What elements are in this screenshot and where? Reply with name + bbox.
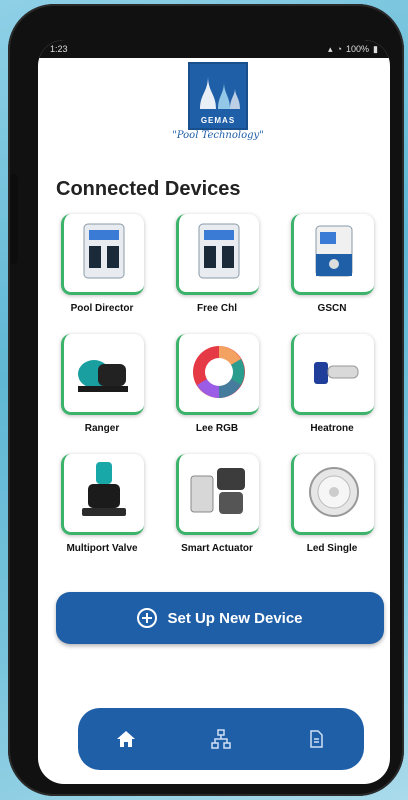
device-card-ranger[interactable]: Ranger xyxy=(52,334,152,444)
setup-button-label: Set Up New Device xyxy=(167,609,303,627)
device-card-smart-actuator[interactable]: Smart Actuator xyxy=(167,454,267,564)
device-label: Heatrone xyxy=(310,423,354,434)
actuator-icon xyxy=(190,468,245,514)
device-card-heatrone[interactable]: Heatrone xyxy=(282,334,382,444)
led-light-icon xyxy=(308,467,359,517)
device-card-multiport-valve[interactable]: Multiport Valve xyxy=(52,454,152,564)
device-tile[interactable] xyxy=(60,334,144,415)
nav-network[interactable] xyxy=(201,719,241,759)
brand-name: GEMAS xyxy=(200,116,236,125)
device-tile[interactable] xyxy=(60,214,144,295)
home-icon xyxy=(116,731,135,747)
signal-icon: ▴ xyxy=(328,43,333,54)
device-tile[interactable] xyxy=(290,334,374,415)
document-icon xyxy=(310,730,324,748)
side-button xyxy=(10,174,18,264)
phone-frame: 1:23 ▴ ◔ 100% ▮ GEMAS "Pool Technology" … xyxy=(8,4,404,796)
device-card-lee-rgb[interactable]: Lee RGB xyxy=(167,334,267,444)
nav-home[interactable] xyxy=(106,719,146,759)
setup-new-device-button[interactable]: Set Up New Device xyxy=(56,592,384,644)
device-label: Multiport Valve xyxy=(66,543,138,554)
page-title: Connected Devices xyxy=(56,178,241,200)
device-label: GSCN xyxy=(317,303,347,314)
device-label: Lee RGB xyxy=(195,423,239,434)
logo-mark: GEMAS xyxy=(188,62,248,130)
heater-icon xyxy=(313,362,358,384)
device-tile[interactable] xyxy=(60,454,144,535)
valve-icon xyxy=(81,462,126,516)
device-card-gscn[interactable]: GSCN xyxy=(282,214,382,324)
status-time: 1:23 xyxy=(50,44,68,54)
device-tile[interactable] xyxy=(290,214,374,295)
bottom-nav xyxy=(78,708,364,770)
control-panel-icon xyxy=(198,223,239,279)
device-label: Pool Director xyxy=(70,303,134,314)
device-card-free-chl[interactable]: Free Chl xyxy=(167,214,267,324)
device-label: Ranger xyxy=(84,423,120,434)
device-label: Free Chl xyxy=(196,303,237,314)
plus-circle-icon xyxy=(137,608,158,628)
device-tile[interactable] xyxy=(175,214,259,295)
rgb-light-icon xyxy=(192,346,245,398)
status-bar: 1:23 ▴ ◔ 100% ▮ xyxy=(38,40,390,58)
device-tile[interactable] xyxy=(175,334,259,415)
salt-chlorinator-icon xyxy=(315,225,352,277)
device-label: Led Single xyxy=(306,543,358,554)
gemas-logo: GEMAS xyxy=(188,62,248,130)
water-drops-icon xyxy=(200,76,240,109)
app-screen: 1:23 ▴ ◔ 100% ▮ GEMAS "Pool Technology" … xyxy=(38,40,390,784)
control-panel-icon xyxy=(83,223,124,279)
brand-tagline: "Pool Technology" xyxy=(172,130,264,141)
battery-icon: ▮ xyxy=(373,43,378,54)
device-label: Smart Actuator xyxy=(181,543,253,554)
nav-document[interactable] xyxy=(296,719,336,759)
battery-level: 100% xyxy=(346,44,370,54)
pump-icon xyxy=(77,360,128,392)
device-tile[interactable] xyxy=(290,454,374,535)
wifi-icon: ◔ xyxy=(336,44,343,54)
device-card-led-single[interactable]: Led Single xyxy=(282,454,382,564)
device-tile[interactable] xyxy=(175,454,259,535)
device-card-pool-director[interactable]: Pool Director xyxy=(52,214,152,324)
status-indicators: ▴ ◔ 100% ▮ xyxy=(328,44,378,55)
network-icon xyxy=(211,729,231,749)
